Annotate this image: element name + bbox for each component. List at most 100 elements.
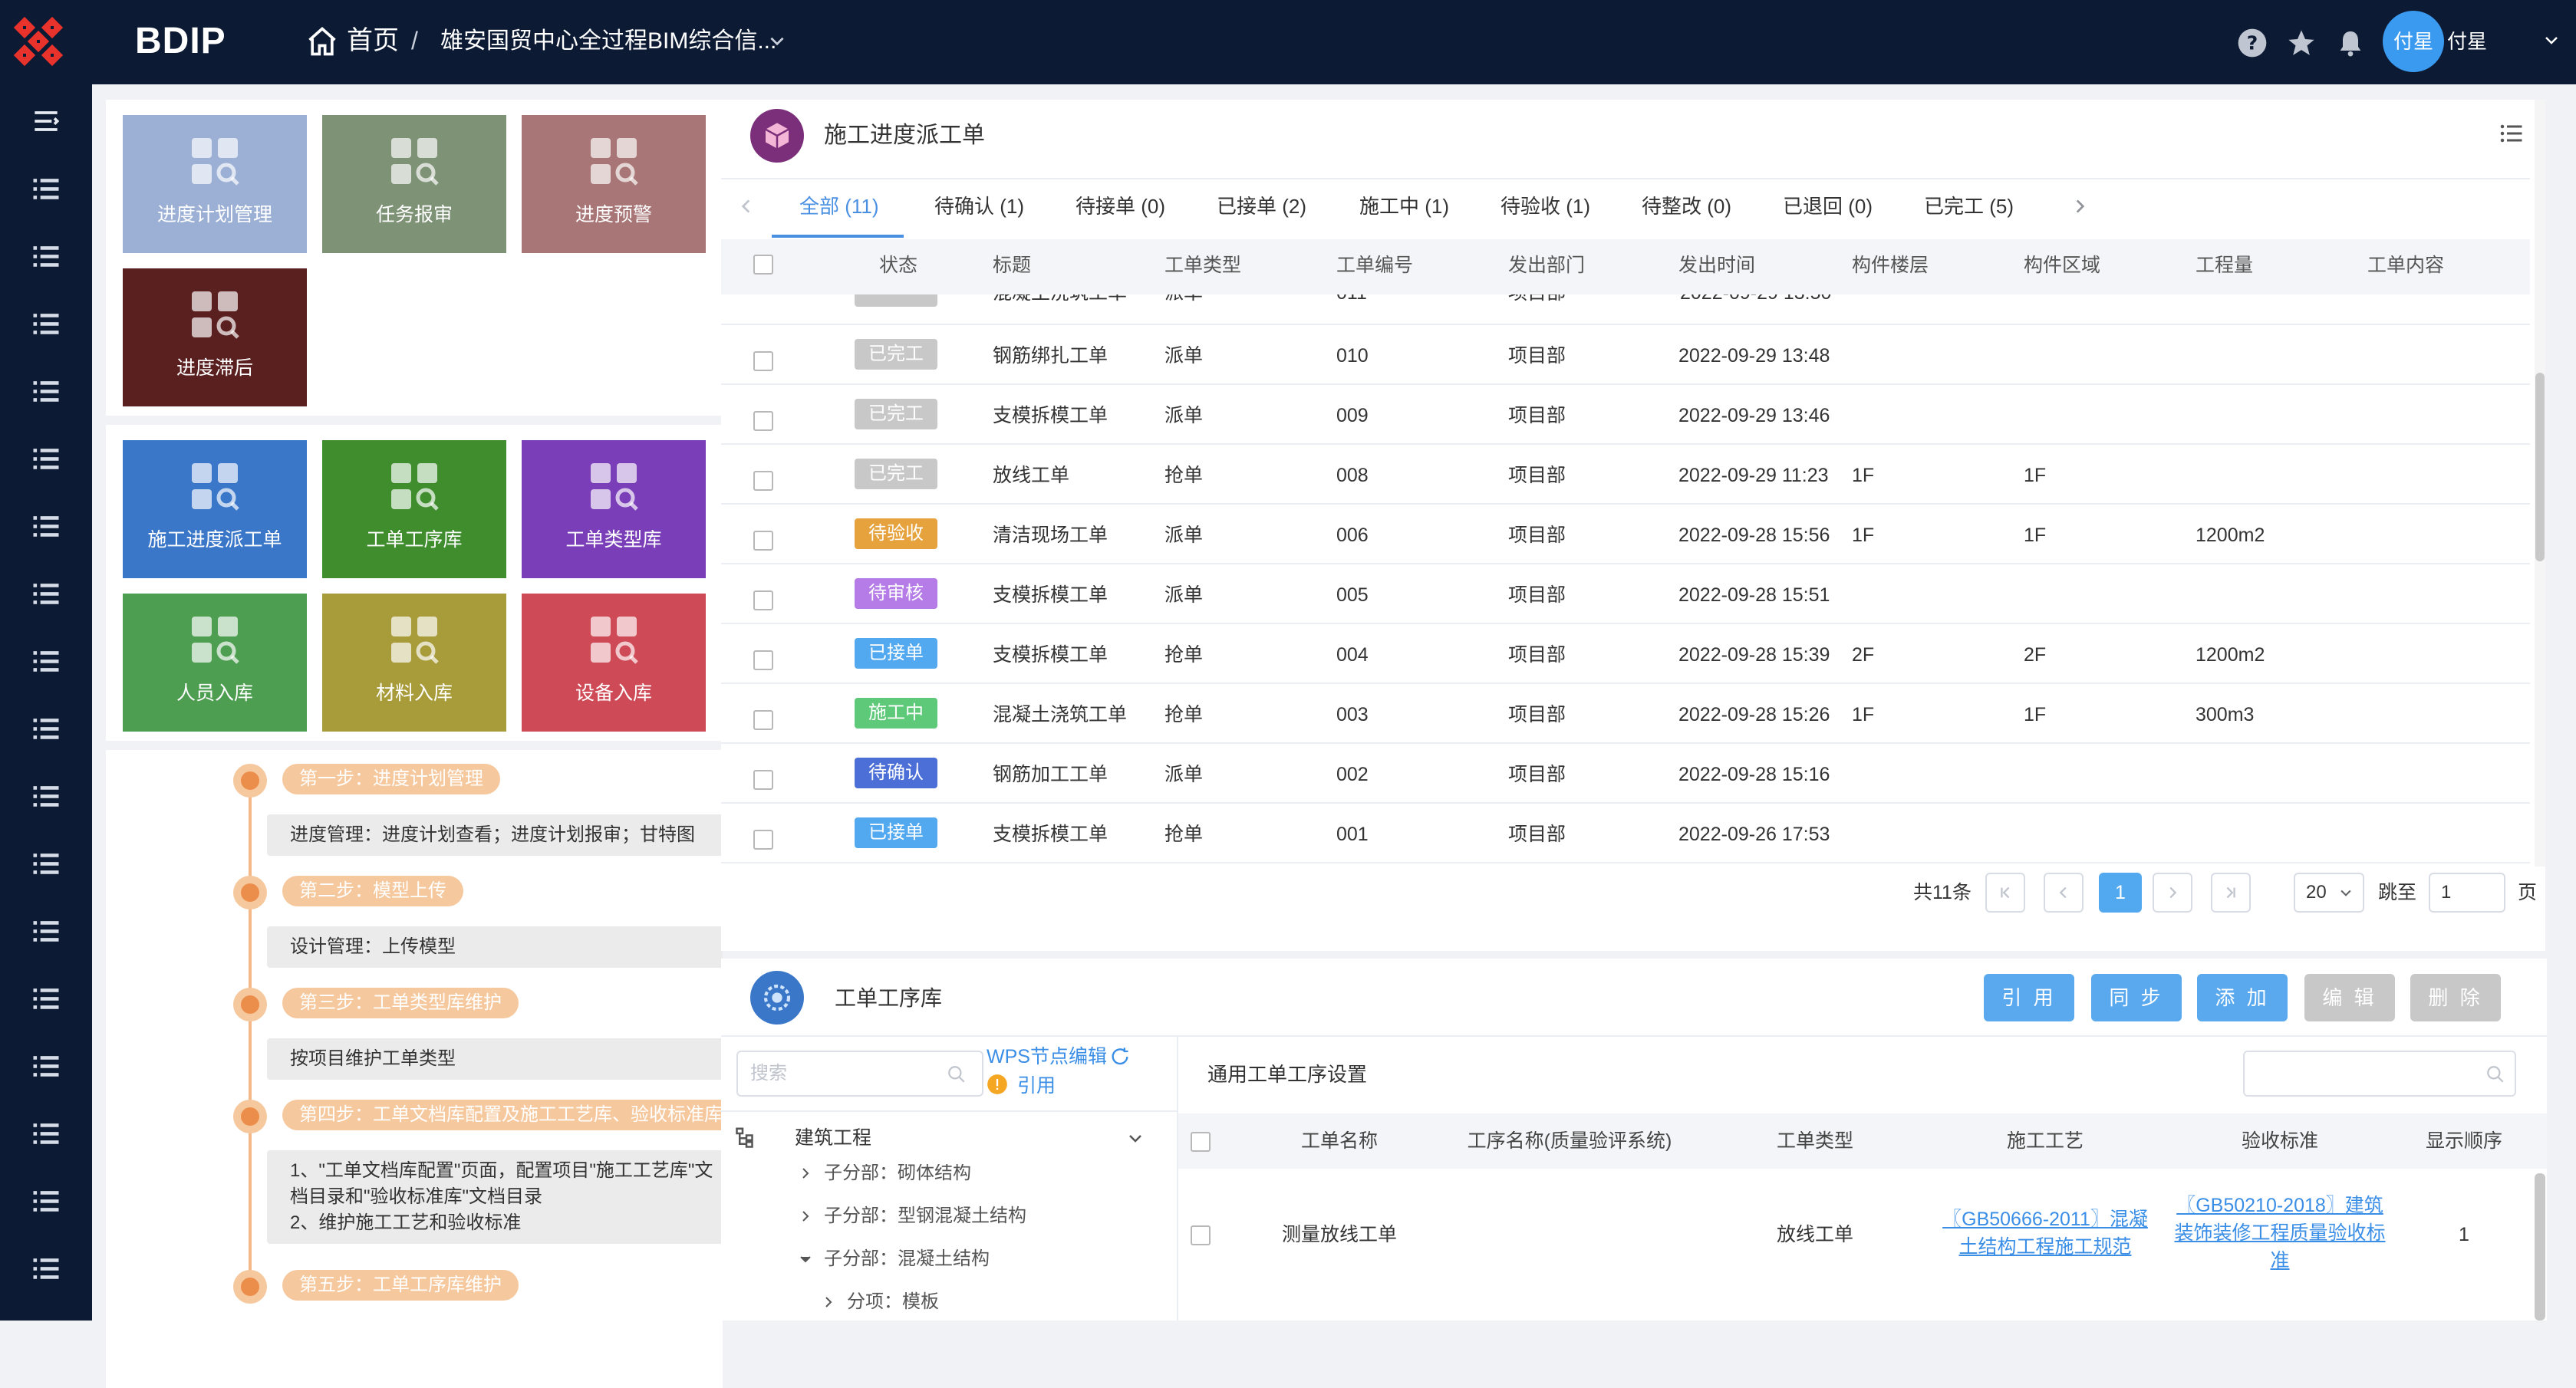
row-checkbox[interactable] bbox=[753, 710, 773, 730]
row-checkbox[interactable] bbox=[753, 650, 773, 670]
module-grid-search-icon bbox=[192, 617, 239, 664]
jump-page-input[interactable]: 1 bbox=[2429, 873, 2505, 913]
refresh-icon[interactable] bbox=[1109, 1046, 1131, 1067]
row-checkbox[interactable] bbox=[753, 830, 773, 850]
module-label: 设备入库 bbox=[575, 682, 652, 704]
step-dot bbox=[233, 988, 267, 1021]
tab-status-5[interactable]: 待验收 (1) bbox=[1500, 178, 1590, 235]
first-page-button[interactable] bbox=[1985, 873, 2025, 913]
bell-icon[interactable] bbox=[2335, 28, 2366, 58]
chevron-down-icon[interactable] bbox=[2542, 31, 2561, 49]
last-page-button[interactable] bbox=[2211, 873, 2251, 913]
module-grid-search-icon bbox=[192, 138, 239, 186]
module-tile-progress-warning[interactable]: 进度预警 bbox=[522, 115, 706, 253]
row-checkbox[interactable] bbox=[753, 471, 773, 491]
standard-link-line[interactable]: 准 bbox=[2126, 1247, 2433, 1275]
row-checkbox[interactable] bbox=[753, 770, 773, 790]
tab-status-4[interactable]: 施工中 (1) bbox=[1359, 178, 1449, 235]
sidebar-menu-list-icon[interactable] bbox=[29, 1252, 63, 1285]
wps-node-edit-link[interactable]: WPS节点编辑 bbox=[987, 1043, 1107, 1071]
list-menu-icon[interactable] bbox=[2498, 120, 2525, 147]
row-checkbox[interactable] bbox=[753, 590, 773, 610]
tab-status-3[interactable]: 已接单 (2) bbox=[1217, 178, 1306, 235]
sidebar-menu-list-icon[interactable] bbox=[29, 577, 63, 610]
add-button[interactable]: 添 加 bbox=[2197, 974, 2288, 1021]
sidebar-menu-list-icon[interactable] bbox=[29, 914, 63, 948]
module-label: 进度计划管理 bbox=[156, 204, 272, 225]
chevron-down-icon[interactable] bbox=[1126, 1129, 1145, 1147]
next-page-button[interactable] bbox=[2153, 873, 2192, 913]
prev-page-button[interactable] bbox=[2044, 873, 2084, 913]
search-placeholder: 搜索 bbox=[750, 1063, 787, 1084]
avatar[interactable]: 付星 bbox=[2383, 11, 2444, 72]
page-size-select[interactable]: 20 bbox=[2294, 873, 2364, 913]
module-tile-type-library[interactable]: 工单类型库 bbox=[522, 440, 706, 578]
tab-status-1[interactable]: 待确认 (1) bbox=[934, 178, 1024, 235]
sidebar-menu-list-icon[interactable] bbox=[29, 307, 63, 340]
module-tile-process-library[interactable]: 工单工序库 bbox=[322, 440, 506, 578]
edit-button[interactable]: 编 辑 bbox=[2304, 974, 2395, 1021]
module-tile-progress-plan[interactable]: 进度计划管理 bbox=[123, 115, 307, 253]
project-selector[interactable]: 雄安国贸中心全过程BIM综合信... bbox=[440, 23, 776, 60]
tab-status-6[interactable]: 待整改 (0) bbox=[1642, 178, 1731, 235]
process-search-input[interactable] bbox=[2243, 1051, 2516, 1097]
sidebar-menu-list-icon[interactable] bbox=[29, 509, 63, 543]
module-tile-task-review[interactable]: 任务报审 bbox=[322, 115, 506, 253]
row-checkbox[interactable] bbox=[1191, 1225, 1211, 1245]
cite-link[interactable]: 引用 bbox=[1017, 1072, 1056, 1100]
sidebar-menu-list-icon[interactable] bbox=[29, 1184, 63, 1218]
tab-status-2[interactable]: 待接单 (0) bbox=[1076, 178, 1165, 235]
sidebar-menu-list-icon[interactable] bbox=[29, 644, 63, 678]
sidebar-menu-list-icon[interactable] bbox=[29, 442, 63, 475]
module-label: 工单工序库 bbox=[366, 529, 463, 551]
chevron-down-icon[interactable] bbox=[767, 31, 787, 51]
sidebar-menu-list-icon[interactable] bbox=[29, 172, 63, 206]
standard-link-line[interactable]: 装饰装修工程质量验收标 bbox=[2126, 1219, 2433, 1247]
module-tile-progress-delay[interactable]: 进度滞后 bbox=[123, 268, 307, 406]
row-checkbox[interactable] bbox=[753, 531, 773, 551]
bdip-logo-icon[interactable] bbox=[14, 17, 63, 66]
delete-button[interactable]: 删 除 bbox=[2410, 974, 2501, 1021]
cite-button[interactable]: 引 用 bbox=[1984, 974, 2074, 1021]
module-label: 工单类型库 bbox=[565, 529, 662, 551]
step-badge: 第二步：模型上传 bbox=[282, 876, 463, 906]
svg-text:?: ? bbox=[2247, 31, 2258, 54]
tab-status-7[interactable]: 已退回 (0) bbox=[1783, 178, 1873, 235]
sidebar-menu-list-icon[interactable] bbox=[29, 847, 63, 880]
module-tile-personnel[interactable]: 人员入库 bbox=[123, 594, 307, 732]
sidebar-menu-list-icon[interactable] bbox=[29, 1117, 63, 1150]
module-grid-search-icon bbox=[391, 463, 439, 511]
module-tile-dispatch-order[interactable]: 施工进度派工单 bbox=[123, 440, 307, 578]
standard-link[interactable]: 〖GB50210-2018〗建筑 装饰装修工程质量验收标 准 bbox=[2126, 1192, 2433, 1275]
collapse-menu-icon[interactable] bbox=[29, 104, 63, 138]
step-description-line: 1、"工单文档库配置"页面，配置项目"施工工艺库"文 bbox=[290, 1160, 713, 1181]
sync-button[interactable]: 同 步 bbox=[2091, 974, 2182, 1021]
sidebar-menu-list-icon[interactable] bbox=[29, 374, 63, 408]
standard-link-line[interactable]: 〖GB50210-2018〗建筑 bbox=[2126, 1192, 2433, 1219]
module-tile-equipment[interactable]: 设备入库 bbox=[522, 594, 706, 732]
row-checkbox[interactable] bbox=[753, 411, 773, 431]
row-checkbox[interactable] bbox=[753, 351, 773, 371]
current-page-button[interactable]: 1 bbox=[2099, 873, 2142, 913]
sidebar-menu-list-icon[interactable] bbox=[29, 1049, 63, 1083]
progress-module-panel: 进度计划管理 任务报审 进度预警 进度滞后 bbox=[106, 100, 723, 416]
chevron-double-right-icon bbox=[2226, 886, 2235, 899]
sidebar-menu-list-icon[interactable] bbox=[29, 239, 63, 273]
sidebar-menu-list-icon[interactable] bbox=[29, 712, 63, 745]
tab-status-0[interactable]: 全部 (11) bbox=[799, 178, 879, 235]
home-icon[interactable] bbox=[305, 25, 339, 58]
tree-search-input[interactable]: 搜索 bbox=[736, 1051, 983, 1097]
user-name[interactable]: 付星 bbox=[2447, 26, 2487, 57]
help-icon[interactable]: ? bbox=[2237, 28, 2268, 58]
breadcrumb-home[interactable]: 首页 bbox=[347, 21, 399, 60]
module-tile-materials[interactable]: 材料入库 bbox=[322, 594, 506, 732]
module-label: 材料入库 bbox=[375, 682, 453, 704]
search-icon bbox=[948, 1066, 965, 1083]
tree-root[interactable]: 建筑工程 bbox=[795, 1124, 871, 1152]
dispatch-module-panel: 施工进度派工单 工单工序库 工单类型库 人员入库 材料入库 设备入库 bbox=[106, 425, 723, 741]
tab-status-8[interactable]: 已完工 (5) bbox=[1924, 178, 2014, 235]
sidebar-menu-list-icon[interactable] bbox=[29, 779, 63, 813]
star-icon[interactable] bbox=[2286, 28, 2317, 58]
step-description: 进度管理：进度计划查看；进度计划报审；甘特图 bbox=[267, 814, 723, 856]
sidebar-menu-list-icon[interactable] bbox=[29, 982, 63, 1015]
